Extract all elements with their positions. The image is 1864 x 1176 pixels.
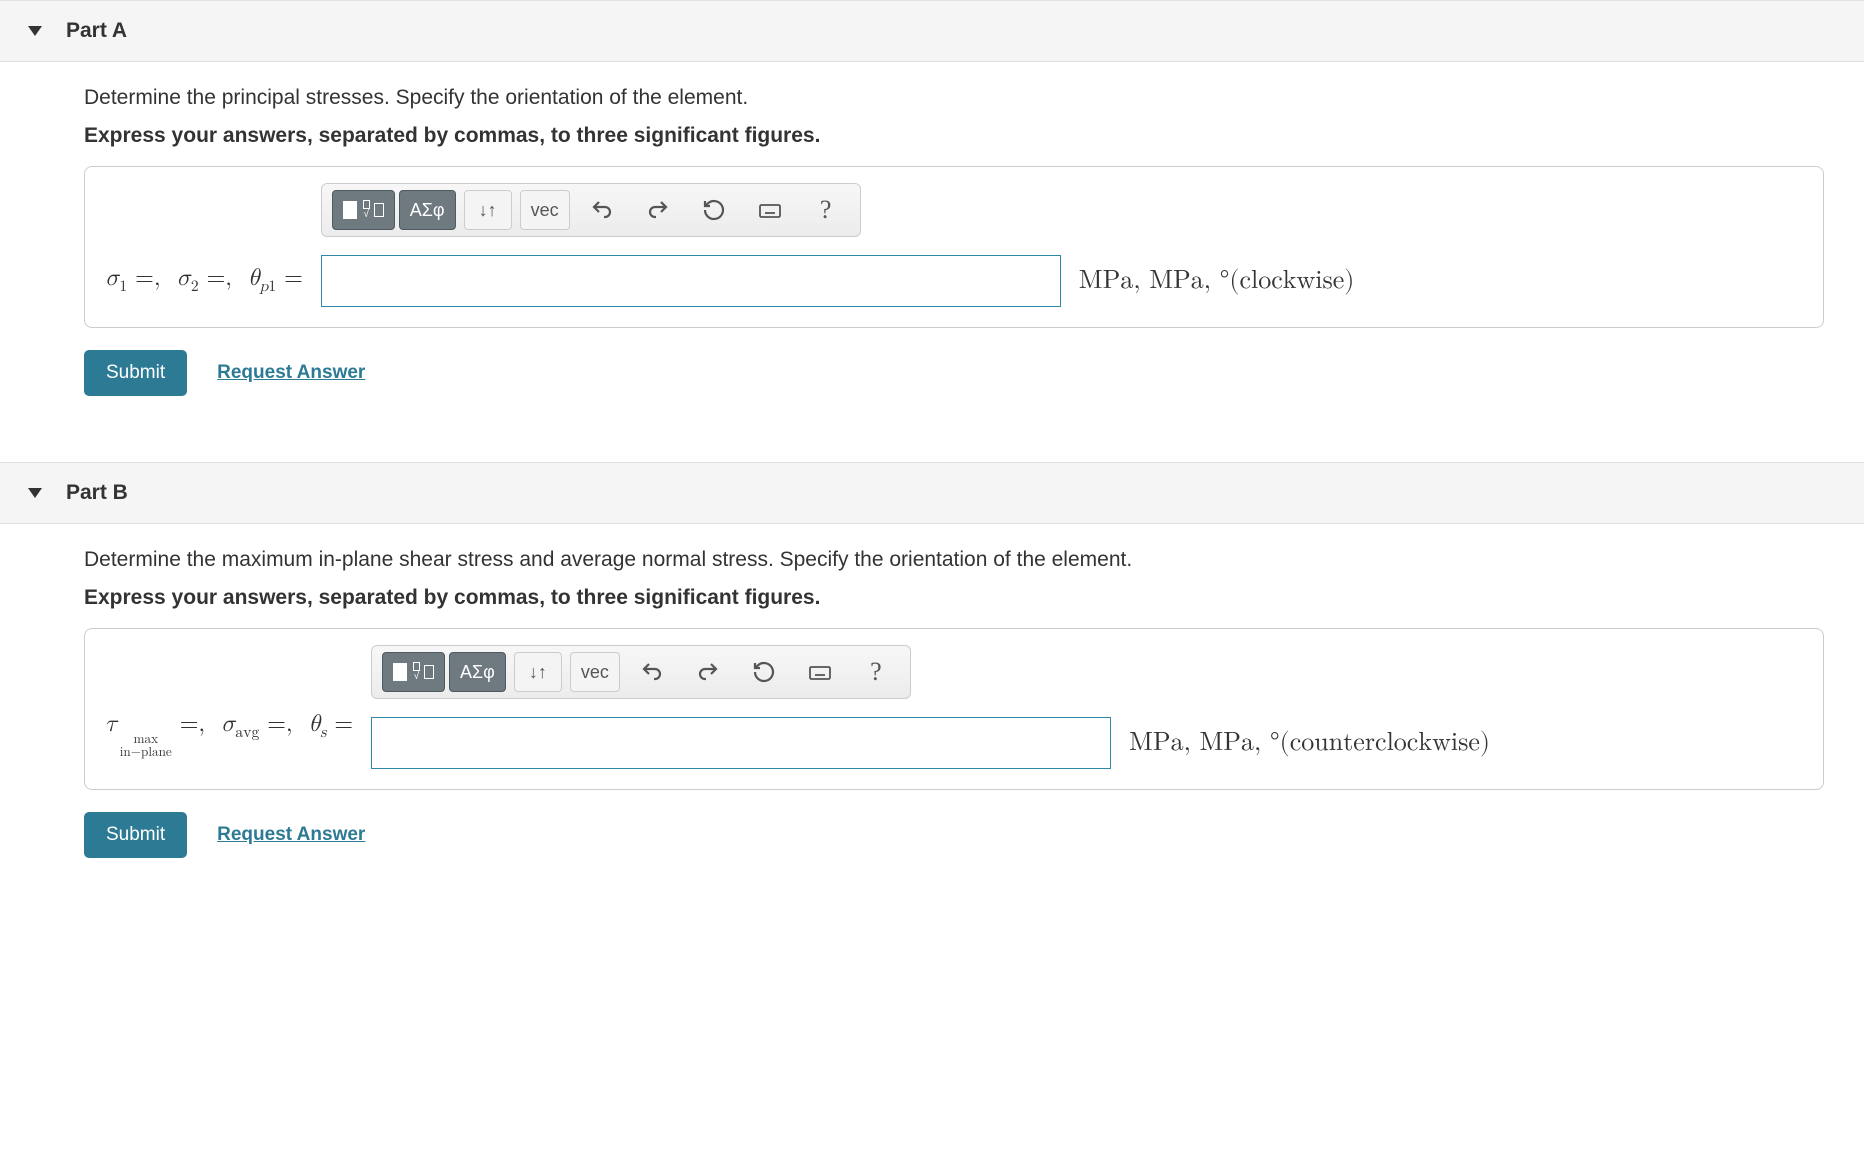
request-answer-link[interactable]: Request Answer (217, 362, 365, 384)
part-body: Determine the maximum in-plane shear str… (0, 524, 1864, 894)
input-column: √ ΑΣφ ↓↑ vec (371, 645, 1111, 769)
submit-button[interactable]: Submit (84, 350, 187, 396)
undo-icon[interactable] (628, 652, 676, 692)
input-column: √ ΑΣφ ↓↑ vec (321, 183, 1061, 307)
part-body: Determine the principal stresses. Specif… (0, 62, 1864, 432)
equation-toolbar: √ ΑΣφ ↓↑ vec (321, 183, 861, 237)
greek-button[interactable]: ΑΣφ (399, 190, 456, 230)
keyboard-icon[interactable] (746, 190, 794, 230)
redo-icon[interactable] (684, 652, 732, 692)
actions-row: Submit Request Answer (84, 350, 1864, 396)
answer-input[interactable] (321, 255, 1061, 307)
greek-button[interactable]: ΑΣφ (449, 652, 506, 692)
part-title: Part A (66, 19, 127, 43)
variable-labels: τmaxin−plane =, σavg =, θs = (105, 710, 353, 769)
units-label: MPa, MPa, °(counterclockwise) (1129, 728, 1490, 769)
part-header[interactable]: Part A (0, 0, 1864, 62)
caret-down-icon (28, 26, 42, 36)
reset-icon[interactable] (690, 190, 738, 230)
variable-labels: σ1 =, σ2 =, θp1 = (105, 264, 303, 307)
reset-icon[interactable] (740, 652, 788, 692)
subsup-button[interactable]: ↓↑ (514, 652, 562, 692)
request-answer-link[interactable]: Request Answer (217, 824, 365, 846)
part-title: Part B (66, 481, 128, 505)
help-icon[interactable]: ? (802, 190, 850, 230)
units-label: MPa, MPa, °(clockwise) (1079, 266, 1355, 307)
prompt-instructions: Express your answers, separated by comma… (84, 124, 1864, 148)
part-header[interactable]: Part B (0, 462, 1864, 524)
submit-button[interactable]: Submit (84, 812, 187, 858)
prompt-text: Determine the principal stresses. Specif… (84, 86, 1864, 110)
prompt-instructions: Express your answers, separated by comma… (84, 586, 1864, 610)
vec-button[interactable]: vec (520, 190, 570, 230)
subsup-button[interactable]: ↓↑ (464, 190, 512, 230)
answer-frame: σ1 =, σ2 =, θp1 = √ Α (84, 166, 1824, 328)
keyboard-icon[interactable] (796, 652, 844, 692)
caret-down-icon (28, 488, 42, 498)
templates-button[interactable]: √ (382, 652, 445, 692)
redo-icon[interactable] (634, 190, 682, 230)
actions-row: Submit Request Answer (84, 812, 1864, 858)
equation-toolbar: √ ΑΣφ ↓↑ vec (371, 645, 911, 699)
undo-icon[interactable] (578, 190, 626, 230)
vec-button[interactable]: vec (570, 652, 620, 692)
prompt-text: Determine the maximum in-plane shear str… (84, 548, 1864, 572)
help-icon[interactable]: ? (852, 652, 900, 692)
templates-button[interactable]: √ (332, 190, 395, 230)
answer-input[interactable] (371, 717, 1111, 769)
answer-frame: τmaxin−plane =, σavg =, θs = √ (84, 628, 1824, 790)
